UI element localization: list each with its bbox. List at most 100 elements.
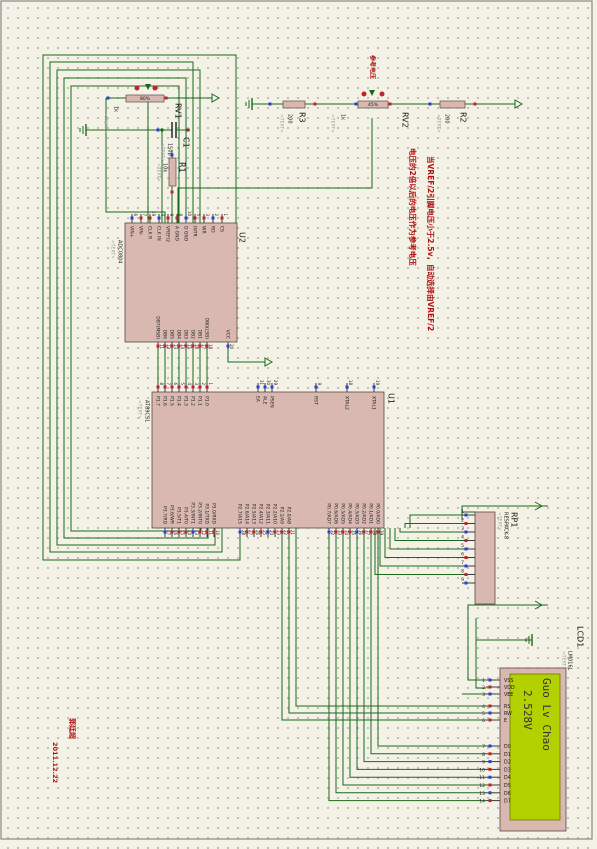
lcd-pin-number: 10 xyxy=(479,767,485,773)
pin-marker xyxy=(488,744,492,748)
adc-pin-name: CLK IN xyxy=(156,226,162,241)
potentiometer-rv2[interactable]: 45% RV2 1k <TEXT> 参考电压 xyxy=(330,54,410,133)
adc-pin-name: DB0(LSB) xyxy=(204,318,210,340)
mcu-text-placeholder: <TEXT> xyxy=(137,400,143,419)
mcu-pin-name: P1.6 xyxy=(162,396,168,406)
adc-pin-name: DB5 xyxy=(169,330,175,340)
adc-ref: U2 xyxy=(238,232,247,243)
pin-marker xyxy=(464,539,468,542)
r3-value: 200 xyxy=(287,114,293,124)
pin-marker xyxy=(211,216,215,220)
pin-marker xyxy=(388,102,392,106)
pin-marker xyxy=(156,385,160,389)
adc0804-chip[interactable]: 6VIN+7VIN-19CLK R4CLK IN9VREF/28A GND10D… xyxy=(110,211,247,350)
pin-marker xyxy=(193,216,197,220)
pin-marker xyxy=(488,783,492,787)
mcu-pin-number: 7 xyxy=(166,382,171,385)
pin-marker xyxy=(156,128,160,132)
mcu-pin-name: ALE xyxy=(262,396,268,405)
mcu-pin-name: P2.3/A11 xyxy=(265,504,271,524)
lcd-lm016l[interactable]: 1 VSS 2 VDD 3 VEE 4 RS 5 RW 6 E 7 D0 8 D1 9 D2 10 D3 11 D4 12 D… xyxy=(479,626,585,832)
lcd-pin-number: 13 xyxy=(479,791,485,797)
lcd-pin-number: 12 xyxy=(479,783,485,789)
r2-text-placeholder: <TEXT> xyxy=(436,114,442,133)
pin-marker xyxy=(106,96,110,100)
mcu-pin-name: P0.4/AD4 xyxy=(347,503,353,524)
mcu-pin-number: 17 xyxy=(166,530,171,536)
mcu-pin-number: 1 xyxy=(208,382,213,385)
mcu-pin-name: P2.7/A15 xyxy=(237,504,243,524)
adc-pin-name: CLK R xyxy=(147,226,153,239)
r2-value: 200 xyxy=(444,114,450,124)
mcu-pin-number: 31 xyxy=(259,380,264,386)
mcu-pin-name: P2.5/A13 xyxy=(251,504,257,524)
mcu-pin-number: 11 xyxy=(208,530,213,536)
pin-marker xyxy=(372,385,376,389)
lcd-pin-name: VSS xyxy=(504,678,513,684)
resistor-r2[interactable]: R2 200<TEXT> xyxy=(428,100,477,133)
adc-pin-name: A GND xyxy=(174,226,180,241)
adc-pin-name: DB4 xyxy=(176,330,182,340)
adc-pin-name: DB6 xyxy=(162,330,168,340)
pin-marker xyxy=(488,760,492,764)
respack-pin-number: 2 xyxy=(461,518,464,524)
mcu-pin-name: P0.3/AD3 xyxy=(354,503,360,524)
respack-pin-number: 8 xyxy=(461,569,464,575)
mcu-pin-name: P1.3 xyxy=(183,396,189,406)
schematic-canvas[interactable]: 6VIN+7VIN-19CLK R4CLK IN9VREF/28A GND10D… xyxy=(0,0,597,849)
vcc-arrow-adc-head xyxy=(264,357,274,367)
lcd-pin-name: RW xyxy=(504,711,512,717)
r2-ref: R2 xyxy=(459,112,468,123)
adc-pin-name: VREF/2 xyxy=(165,226,171,242)
lcd-pin-name: D2 xyxy=(504,760,511,766)
rv1-adjust-knob xyxy=(152,85,158,91)
rv2-wiper-arrow xyxy=(369,90,375,96)
mcu-pin-number: 15 xyxy=(180,530,185,536)
date-label: 2011.12.22 xyxy=(51,742,59,783)
pin-marker xyxy=(488,685,492,689)
resistor-r3[interactable]: R3 200<TEXT> xyxy=(268,100,317,133)
rv2-value: 1k xyxy=(340,114,346,120)
mcu-pin-name: P3.3/INT1 xyxy=(190,502,196,524)
rv2-text-placeholder: <TEXT> xyxy=(330,114,336,133)
rv2-ref: RV2 xyxy=(401,112,410,128)
adc-pin-name: INTR xyxy=(192,226,198,237)
pin-marker xyxy=(220,216,224,220)
lcd-pin-number: 6 xyxy=(482,718,485,724)
pin-marker xyxy=(184,216,188,220)
pin-marker xyxy=(464,573,468,576)
pin-marker xyxy=(464,530,468,534)
lcd-pin-name: D1 xyxy=(504,752,511,758)
mcu-pin-name: XTAL2 xyxy=(344,396,350,410)
mcu-pin-number: 16 xyxy=(173,530,178,536)
mcu-pin-name: P3.1/TXD xyxy=(204,503,210,524)
mcu-pin-number: 34 xyxy=(344,530,349,536)
mcu-pin-number: 12 xyxy=(201,530,206,536)
lcd-pin-number: 3 xyxy=(482,692,485,698)
lcd-pin-name: RS xyxy=(504,704,510,710)
mcu-pin-number: 30 xyxy=(266,380,271,386)
respack-rp1[interactable]: 1 2 3 4 5 6 7 8 9 RP1RESPACK-8<TEXT> xyxy=(461,509,519,605)
pin-marker xyxy=(488,692,492,696)
respack-body xyxy=(474,511,496,605)
adc-pin-number: 7 xyxy=(142,213,147,216)
vcc-lcd xyxy=(467,604,548,618)
pin-marker xyxy=(170,153,174,157)
potentiometer-rv1[interactable]: 80% RV1 1k <TEXT> xyxy=(103,84,183,133)
pin-marker xyxy=(170,385,174,389)
at89c51-chip[interactable]: 8 P1.7 7 P1.6 6 P1.5 5 P1.4 4 P1.3 3 P1.2 2 P1.1 1 P1.0… xyxy=(137,380,396,537)
wire-rw xyxy=(288,528,486,714)
r1-body xyxy=(168,157,177,187)
mcu-pin-name: P0.6/AD6 xyxy=(333,503,339,524)
rv1-percent: 80% xyxy=(140,96,151,102)
mcu-pin-name: P2.2/A10 xyxy=(272,504,278,524)
adc-pin-number: 11 xyxy=(159,344,164,350)
pin-marker xyxy=(175,216,179,220)
pin-marker xyxy=(148,216,152,220)
mcu-pin-number: 35 xyxy=(351,530,356,536)
lcd-line-2: 2.528V xyxy=(521,690,534,730)
mcu-pin-number: 36 xyxy=(358,530,363,536)
lcd-pin-number: 5 xyxy=(482,711,485,717)
pin-marker xyxy=(163,385,167,389)
pin-marker xyxy=(184,385,188,389)
